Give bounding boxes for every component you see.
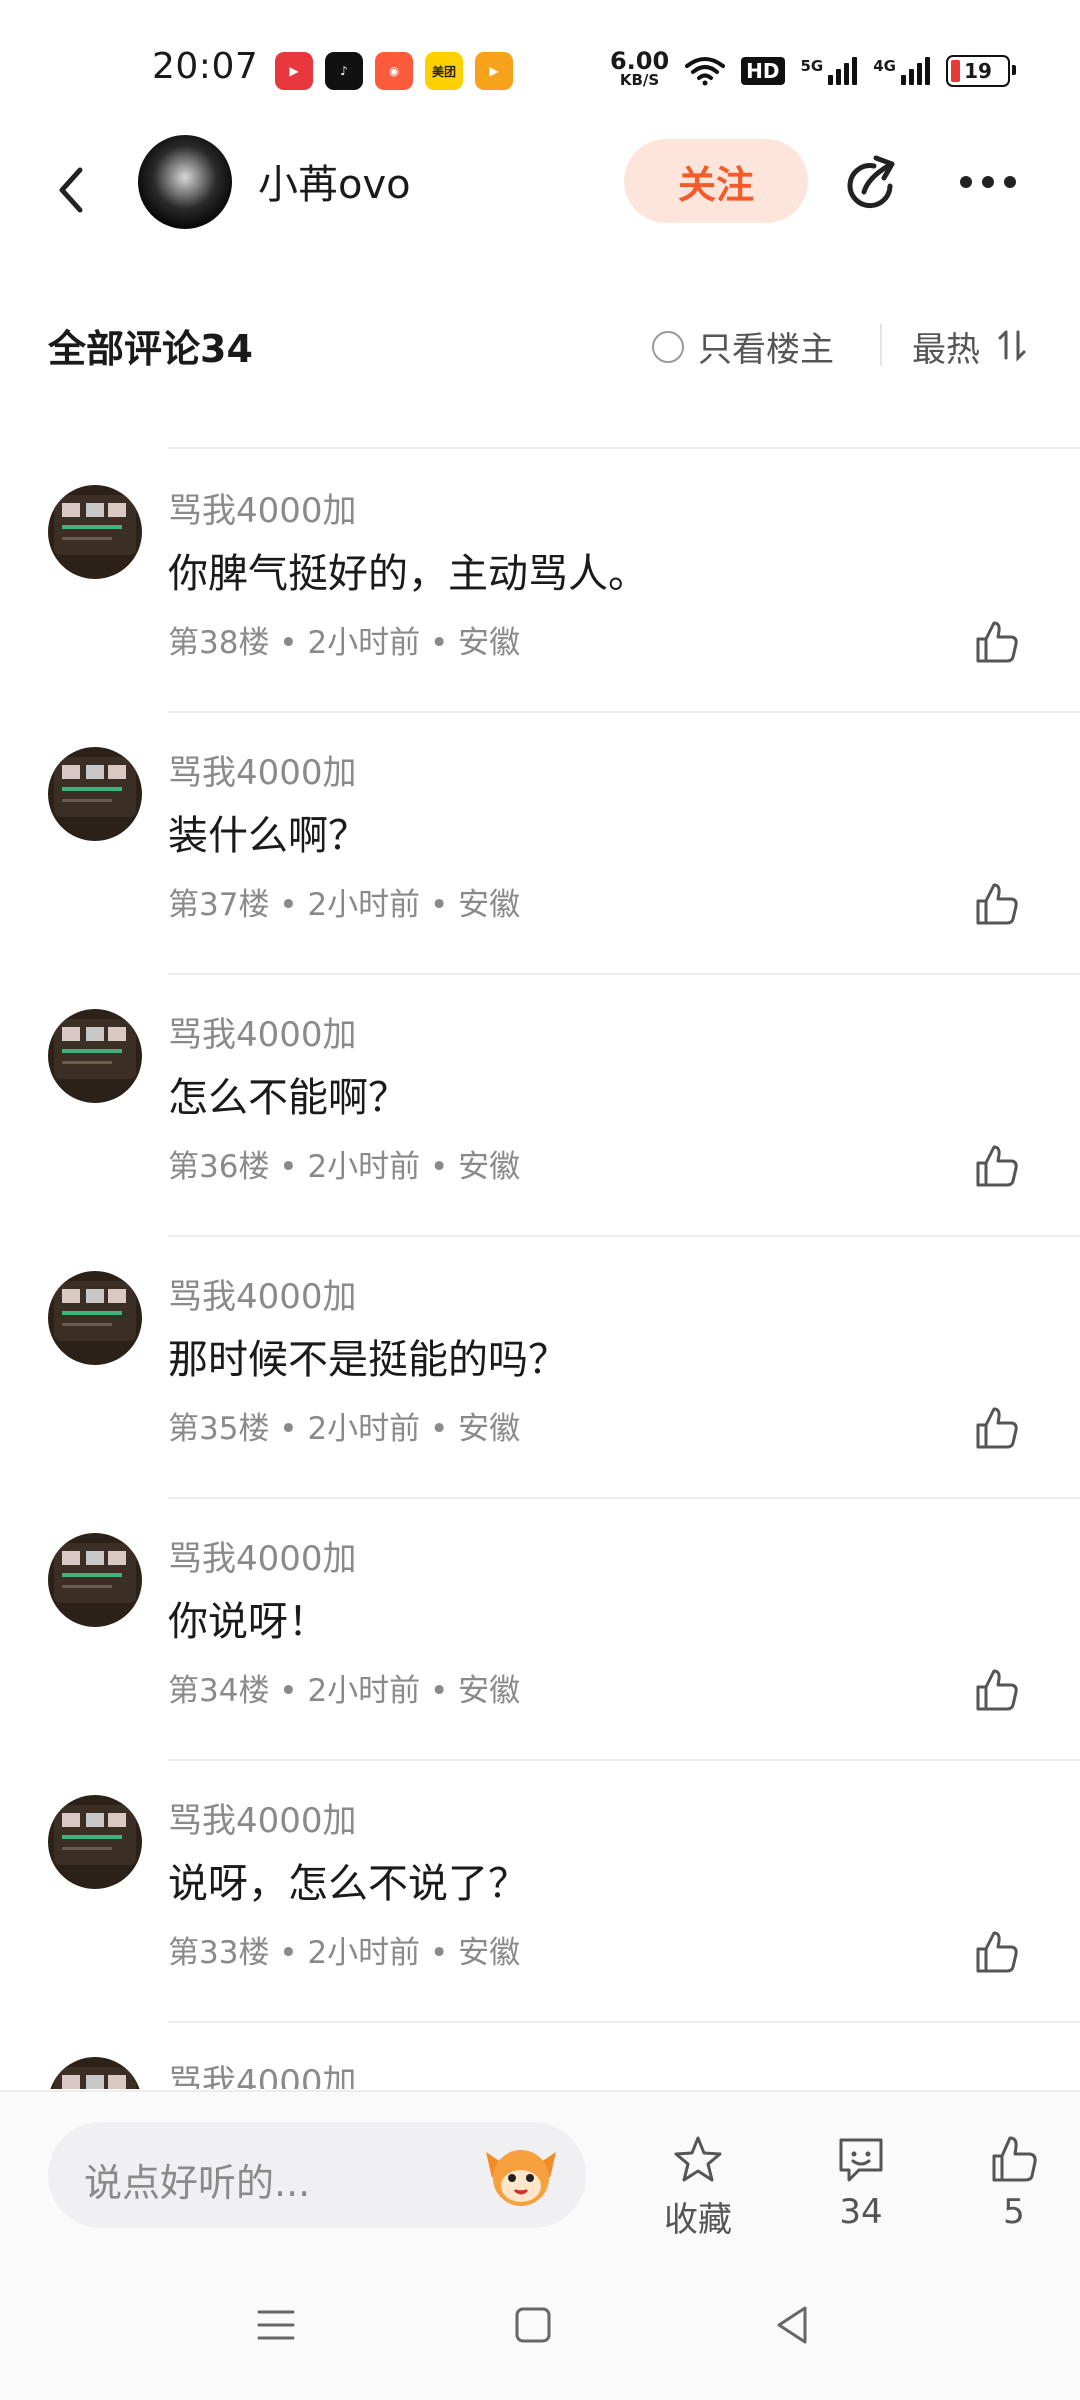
commenter-name[interactable]: 骂我4000加 [168, 1531, 357, 1580]
thumbs-up-icon[interactable] [972, 1927, 1022, 1977]
comment-item[interactable]: 骂我4000加 说呀，怎么不说了？ 第33楼 • 2小时前 • 安徽 [0, 1759, 1080, 2023]
only-op-toggle[interactable]: 只看楼主 [652, 322, 834, 371]
comment-item[interactable]: 骂我4000加 你说呀！ 第34楼 • 2小时前 • 安徽 [0, 1497, 1080, 1761]
video-app-icon: ▶ [275, 52, 313, 90]
comment-item[interactable]: 骂我4000加 你脾气挺好的，主动骂人。 第38楼 • 2小时前 • 安徽 [0, 449, 1080, 713]
share-icon[interactable] [840, 152, 904, 216]
system-status-icons: 6.00 KB/S HD 5G 4G 19 [609, 47, 1016, 90]
comments-title: 全部评论34 [48, 327, 253, 371]
notification-app-icons: ▶ ♪ ◉ 美团 ▶ [275, 52, 513, 90]
comments-button[interactable]: 34 [806, 2132, 916, 2232]
comment-bubble-icon [839, 2138, 883, 2182]
commenter-avatar[interactable] [48, 2057, 142, 2089]
comment-meta: 第34楼 • 2小时前 • 安徽 [168, 1673, 521, 1709]
douyin-icon: ♪ [325, 52, 363, 90]
thumbs-up-icon[interactable] [972, 617, 1022, 667]
signal-5g-icon: 5G [801, 57, 858, 85]
signal-4g-icon: 4G [873, 57, 930, 85]
commenter-name[interactable]: 骂我4000加 [168, 2055, 357, 2089]
status-bar: 20:07 ▶ ♪ ◉ 美团 ▶ 6.00 KB/S HD 5G 4G 19 [0, 0, 1080, 130]
commenter-name[interactable]: 骂我4000加 [168, 1269, 357, 1318]
post-header: 小苒ovo 关注 [0, 130, 1080, 250]
thumbs-up-icon[interactable] [972, 879, 1022, 929]
comment-count: 34 [839, 2192, 883, 2232]
commenter-name[interactable]: 骂我4000加 [168, 1793, 357, 1842]
comment-text: 你说呀！ [168, 1599, 328, 1645]
comment-input-placeholder: 说点好听的... [84, 2161, 311, 2205]
comment-meta: 第36楼 • 2小时前 • 安徽 [168, 1149, 521, 1185]
commenter-avatar[interactable] [48, 485, 142, 579]
commenter-avatar[interactable] [48, 747, 142, 841]
commenter-avatar[interactable] [48, 1795, 142, 1889]
comment-text: 怎么不能啊？ [168, 1075, 408, 1121]
more-options-icon[interactable] [960, 176, 1016, 188]
emoji-mascot-icon[interactable] [482, 2138, 560, 2212]
like-button[interactable]: 5 [959, 2132, 1069, 2232]
wifi-icon [685, 57, 726, 86]
home-icon[interactable] [508, 2300, 558, 2350]
comment-meta: 第35楼 • 2小时前 • 安徽 [168, 1411, 521, 1447]
only-op-label: 只看楼主 [698, 330, 834, 370]
meituan-icon: 美团 [425, 52, 463, 90]
comment-item[interactable]: 骂我4000加 那时候不是挺能的吗？ 第35楼 • 2小时前 • 安徽 [0, 1235, 1080, 1499]
commenter-name[interactable]: 骂我4000加 [168, 745, 357, 794]
back-icon[interactable] [767, 2300, 817, 2350]
comment-text: 那时候不是挺能的吗？ [168, 1337, 568, 1383]
commenter-avatar[interactable] [48, 1271, 142, 1365]
like-count: 5 [1003, 2192, 1025, 2232]
comment-meta: 第33楼 • 2小时前 • 安徽 [168, 1935, 521, 1971]
commenter-name[interactable]: 骂我4000加 [168, 1007, 357, 1056]
comment-text: 装什么啊？ [168, 813, 368, 859]
thumbs-up-icon[interactable] [972, 1141, 1022, 1191]
radio-icon[interactable] [652, 330, 684, 363]
back-arrow-icon[interactable] [48, 160, 98, 220]
divider [880, 324, 882, 366]
youku-icon: ▶ [475, 52, 513, 90]
comment-list[interactable]: 骂我4000加 你脾气挺好的，主动骂人。 第38楼 • 2小时前 • 安徽 骂我… [0, 449, 1080, 2089]
network-speed: 6.00 KB/S [609, 47, 670, 89]
battery-icon: 19 [946, 55, 1016, 87]
author-avatar[interactable] [138, 135, 232, 229]
sort-hot-button[interactable]: 最热 [912, 322, 980, 371]
bottom-action-bar: 说点好听的... 收藏 34 5 [0, 2090, 1080, 2262]
comments-header: 全部评论34 只看楼主 最热 [0, 300, 1080, 390]
sort-icon[interactable] [996, 328, 1030, 362]
comment-item[interactable]: 骂我4000加 怎么不能啊？ 第36楼 • 2小时前 • 安徽 [0, 973, 1080, 1237]
comment-text: 你脾气挺好的，主动骂人。 [168, 551, 648, 597]
comment-item[interactable]: 骂我4000加 [0, 2021, 1080, 2089]
thumbs-up-icon [992, 2136, 1037, 2182]
comment-input[interactable]: 说点好听的... [48, 2122, 586, 2228]
game-app-icon: ◉ [375, 52, 413, 90]
system-nav-bar [0, 2260, 1080, 2400]
hd-voice-icon: HD [741, 57, 785, 85]
follow-button[interactable]: 关注 [624, 139, 808, 223]
status-time: 20:07 [152, 46, 259, 87]
comment-text: 说呀，怎么不说了？ [168, 1861, 528, 1907]
commenter-avatar[interactable] [48, 1009, 142, 1103]
menu-icon[interactable] [251, 2300, 301, 2350]
commenter-name[interactable]: 骂我4000加 [168, 483, 357, 532]
comment-meta: 第38楼 • 2小时前 • 安徽 [168, 625, 521, 661]
author-name[interactable]: 小苒ovo [258, 152, 411, 210]
comment-meta: 第37楼 • 2小时前 • 安徽 [168, 887, 521, 923]
star-icon [674, 2136, 722, 2182]
thumbs-up-icon[interactable] [972, 1403, 1022, 1453]
thumbs-up-icon[interactable] [972, 1665, 1022, 1715]
comment-item[interactable]: 骂我4000加 装什么啊？ 第37楼 • 2小时前 • 安徽 [0, 711, 1080, 975]
collect-label: 收藏 [664, 2200, 732, 2240]
collect-button[interactable]: 收藏 [643, 2132, 753, 2241]
commenter-avatar[interactable] [48, 1533, 142, 1627]
